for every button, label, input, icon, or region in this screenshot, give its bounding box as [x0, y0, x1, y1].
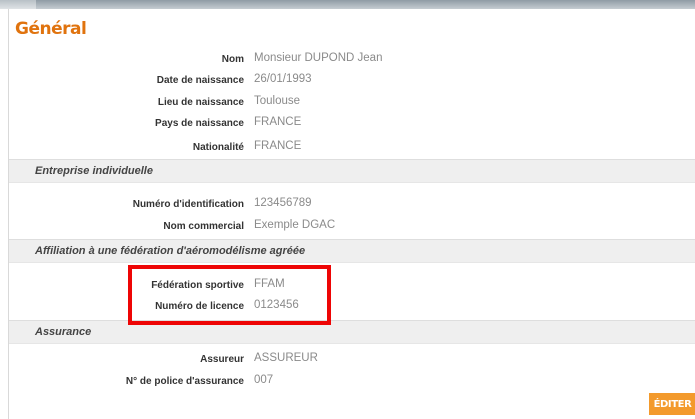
- field-label: N° de police d'assurance: [125, 376, 244, 387]
- field-row-date-naissance: Date de naissance 26/01/1993: [9, 72, 695, 92]
- field-label: Nom: [221, 54, 244, 65]
- field-label: Date de naissance: [156, 75, 244, 86]
- field-value: 123456789: [254, 197, 312, 209]
- field-label: Nom commercial: [163, 221, 244, 232]
- section-header-affiliation: Affiliation à une fédération d'aéromodél…: [9, 239, 695, 263]
- field-value: 26/01/1993: [254, 73, 312, 85]
- edit-button[interactable]: ÉDITER: [649, 393, 695, 415]
- field-row-nom: Nom Monsieur DUPOND Jean: [9, 51, 695, 71]
- field-row-nationalite: Nationalité FRANCE: [9, 139, 695, 159]
- field-value: ASSUREUR: [254, 352, 318, 364]
- field-row-numero-identification: Numéro d'identification 123456789: [9, 196, 695, 216]
- field-value: FRANCE: [254, 116, 302, 128]
- field-value: Monsieur DUPOND Jean: [254, 52, 383, 64]
- section-title-general: Général: [15, 19, 87, 39]
- field-value: Toulouse: [254, 95, 301, 107]
- field-value: 007: [254, 374, 274, 386]
- section-header-entreprise: Entreprise individuelle: [9, 159, 695, 183]
- field-value: FRANCE: [254, 140, 302, 152]
- section-header-assurance: Assurance: [9, 320, 695, 344]
- field-label: Pays de naissance: [155, 118, 244, 129]
- field-label: Nationalité: [192, 142, 244, 153]
- section-title: Affiliation à une fédération d'aéromodél…: [35, 245, 306, 257]
- field-row-lieu-naissance: Lieu de naissance Toulouse: [9, 94, 695, 114]
- field-row-assureur: Assureur ASSUREUR: [9, 351, 695, 371]
- field-row-federation-sportive: Fédération sportive FFAM: [9, 277, 695, 297]
- field-row-nom-commercial: Nom commercial Exemple DGAC: [9, 218, 695, 238]
- profile-panel: Général Nom Monsieur DUPOND Jean Date de…: [8, 9, 695, 419]
- section-title: Assurance: [35, 326, 92, 338]
- field-row-numero-police: N° de police d'assurance 007: [9, 373, 695, 393]
- section-title: Entreprise individuelle: [35, 165, 153, 177]
- field-row-numero-licence: Numéro de licence 0123456: [9, 298, 695, 318]
- field-label: Assureur: [200, 354, 244, 365]
- field-value: Exemple DGAC: [254, 219, 336, 231]
- highlight-box: [128, 265, 331, 325]
- field-label: Lieu de naissance: [157, 97, 244, 108]
- field-row-pays-naissance: Pays de naissance FRANCE: [9, 115, 695, 135]
- window-top-bar: [0, 0, 695, 9]
- field-label: Numéro d'identification: [132, 199, 244, 210]
